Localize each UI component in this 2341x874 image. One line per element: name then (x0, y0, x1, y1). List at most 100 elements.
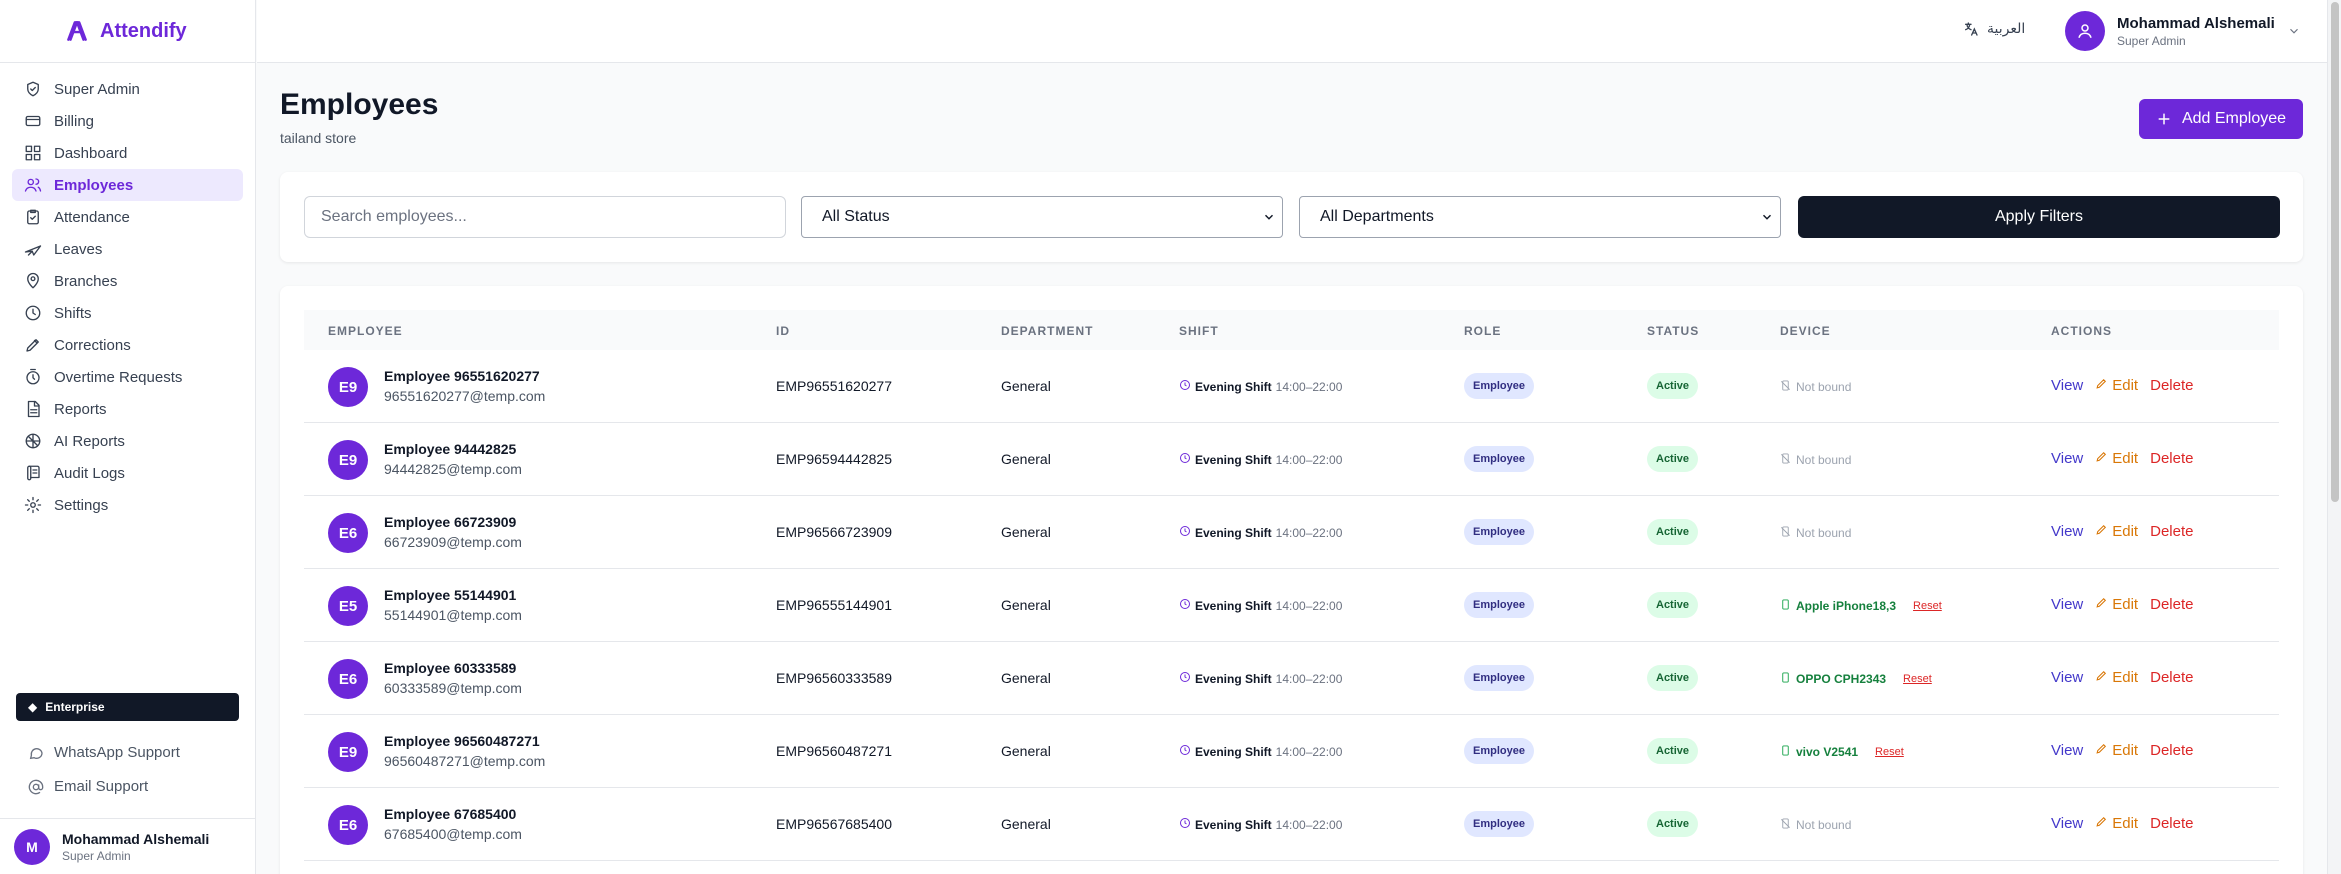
employee-name: Employee 67685400 (384, 806, 517, 822)
page-subtitle: tailand store (280, 130, 357, 146)
language-switcher[interactable]: العربية (1963, 20, 2025, 37)
role-badge: Employee (1464, 592, 1534, 618)
employee-id: EMP96560487271 (776, 743, 892, 759)
table-row[interactable]: E6 Employee 60333589 60333589@temp.com EMP9… (304, 642, 2279, 715)
whatsapp-support-link[interactable]: WhatsApp Support (28, 744, 180, 761)
shift-time: 14:00–22:00 (1275, 744, 1343, 759)
employee-email: 96560487271@temp.com (384, 753, 546, 769)
row-actions: View Edit Delete (2051, 450, 2193, 467)
view-link[interactable]: View (2051, 450, 2083, 467)
delete-link[interactable]: Delete (2150, 596, 2193, 613)
edit-link[interactable]: Edit (2095, 523, 2138, 540)
sidebar-item-attendance[interactable]: Attendance (12, 201, 243, 233)
view-link[interactable]: View (2051, 669, 2083, 686)
sidebar-item-label: Branches (54, 272, 118, 290)
sidebar-item-billing[interactable]: Billing (12, 105, 243, 137)
sidebar-item-audit-logs[interactable]: Audit Logs (12, 457, 243, 489)
edit-link[interactable]: Edit (2095, 450, 2138, 467)
view-link[interactable]: View (2051, 523, 2083, 540)
phone-icon (1780, 744, 1791, 760)
user-menu[interactable]: Mohammad Alshemali Super Admin (2065, 11, 2301, 51)
employee-shift: Evening Shift 14:00–22:00 (1179, 525, 1342, 540)
pencil-icon (24, 336, 42, 354)
scrollbar[interactable] (2327, 0, 2341, 874)
edit-link[interactable]: Edit (2095, 596, 2138, 613)
email-support-link[interactable]: Email Support (28, 778, 148, 795)
view-link[interactable]: View (2051, 596, 2083, 613)
role-badge: Employee (1464, 811, 1534, 837)
reset-device-link[interactable]: Reset (1913, 600, 1942, 612)
edit-link[interactable]: Edit (2095, 377, 2138, 394)
clock-icon (1179, 379, 1191, 394)
shift-time: 14:00–22:00 (1275, 671, 1343, 686)
apply-filters-button[interactable]: Apply Filters (1798, 196, 2280, 238)
status-badge: Active (1647, 738, 1699, 764)
clipboard-check-icon (24, 208, 42, 226)
sidebar-item-super-admin[interactable]: Super Admin (12, 73, 243, 105)
language-label: العربية (1987, 20, 2026, 36)
view-link[interactable]: View (2051, 377, 2083, 394)
sidebar-item-corrections[interactable]: Corrections (12, 329, 243, 361)
sidebar-item-reports[interactable]: Reports (12, 393, 243, 425)
sidebar-item-label: Settings (54, 496, 109, 514)
delete-link[interactable]: Delete (2150, 742, 2193, 759)
edit-link[interactable]: Edit (2095, 742, 2138, 759)
view-link[interactable]: View (2051, 742, 2083, 759)
add-employee-label: Add Employee (2181, 110, 2287, 127)
edit-link[interactable]: Edit (2095, 669, 2138, 686)
reset-device-link[interactable]: Reset (1903, 673, 1932, 685)
device-status: Not bound (1780, 379, 1851, 395)
delete-link[interactable]: Delete (2150, 450, 2193, 467)
clock-icon (1179, 525, 1191, 540)
user-role: Super Admin (2117, 33, 2186, 48)
sidebar-item-shifts[interactable]: Shifts (12, 297, 243, 329)
sidebar-item-branches[interactable]: Branches (12, 265, 243, 297)
sidebar-item-dashboard[interactable]: Dashboard (12, 137, 243, 169)
sidebar-item-settings[interactable]: Settings (12, 489, 243, 521)
logo[interactable]: Attendify (0, 0, 255, 63)
search-input[interactable]: Search employees... (304, 196, 786, 238)
sidebar-item-employees[interactable]: Employees (12, 169, 243, 201)
table-row[interactable]: E5 Employee 55144901 55144901@temp.com EMP9… (304, 569, 2279, 642)
users-icon (24, 176, 42, 194)
sidebar-user[interactable]: M Mohammad Alshemali Super Admin (0, 818, 256, 874)
sidebar-item-ai-reports[interactable]: AI Reports (12, 425, 243, 457)
column-header: EMPLOYEE (328, 324, 403, 338)
plus-icon (2158, 113, 2170, 125)
sidebar-item-label: AI Reports (54, 432, 125, 450)
reset-device-link[interactable]: Reset (1875, 746, 1904, 758)
scrollbar-thumb[interactable] (2331, 2, 2339, 502)
timer-icon (24, 368, 42, 386)
delete-link[interactable]: Delete (2150, 669, 2193, 686)
department-select[interactable]: All Departments (1299, 196, 1781, 238)
sidebar-item-overtime-requests[interactable]: Overtime Requests (12, 361, 243, 393)
diamond-icon: ◆ (28, 700, 38, 714)
employee-shift: Evening Shift 14:00–22:00 (1179, 817, 1342, 832)
avatar (2065, 11, 2105, 51)
shift-name: Evening Shift (1195, 744, 1272, 759)
avatar: E6 (328, 805, 368, 845)
delete-link[interactable]: Delete (2150, 815, 2193, 832)
sidebar-user-role: Super Admin (62, 848, 131, 863)
add-employee-button[interactable]: Add Employee (2139, 99, 2303, 139)
status-select[interactable]: All Status (801, 196, 1283, 238)
avatar: E9 (328, 367, 368, 407)
shift-time: 14:00–22:00 (1275, 379, 1343, 394)
table-row[interactable]: E9 Employee 94442825 94442825@temp.com EMP9… (304, 423, 2279, 496)
view-link[interactable]: View (2051, 815, 2083, 832)
employee-shift: Evening Shift 14:00–22:00 (1179, 671, 1342, 686)
table-row[interactable]: E9 Employee 96560487271 96560487271@temp.c… (304, 715, 2279, 788)
clock-icon (1179, 452, 1191, 467)
table-row[interactable]: E9 Employee 96551620277 96551620277@temp.c… (304, 350, 2279, 423)
status-badge: Active (1647, 665, 1699, 691)
shield-icon (24, 80, 42, 98)
edit-label: Edit (2112, 742, 2139, 759)
table-row[interactable]: E6 Employee 66723909 66723909@temp.com EMP9… (304, 496, 2279, 569)
delete-link[interactable]: Delete (2150, 377, 2193, 394)
edit-link[interactable]: Edit (2095, 815, 2138, 832)
sidebar-item-leaves[interactable]: Leaves (12, 233, 243, 265)
page-title: Employees (280, 88, 439, 121)
pencil-icon (2095, 377, 2108, 394)
table-row[interactable]: E6 Employee 67685400 67685400@temp.com EMP9… (304, 788, 2279, 861)
delete-link[interactable]: Delete (2150, 523, 2193, 540)
